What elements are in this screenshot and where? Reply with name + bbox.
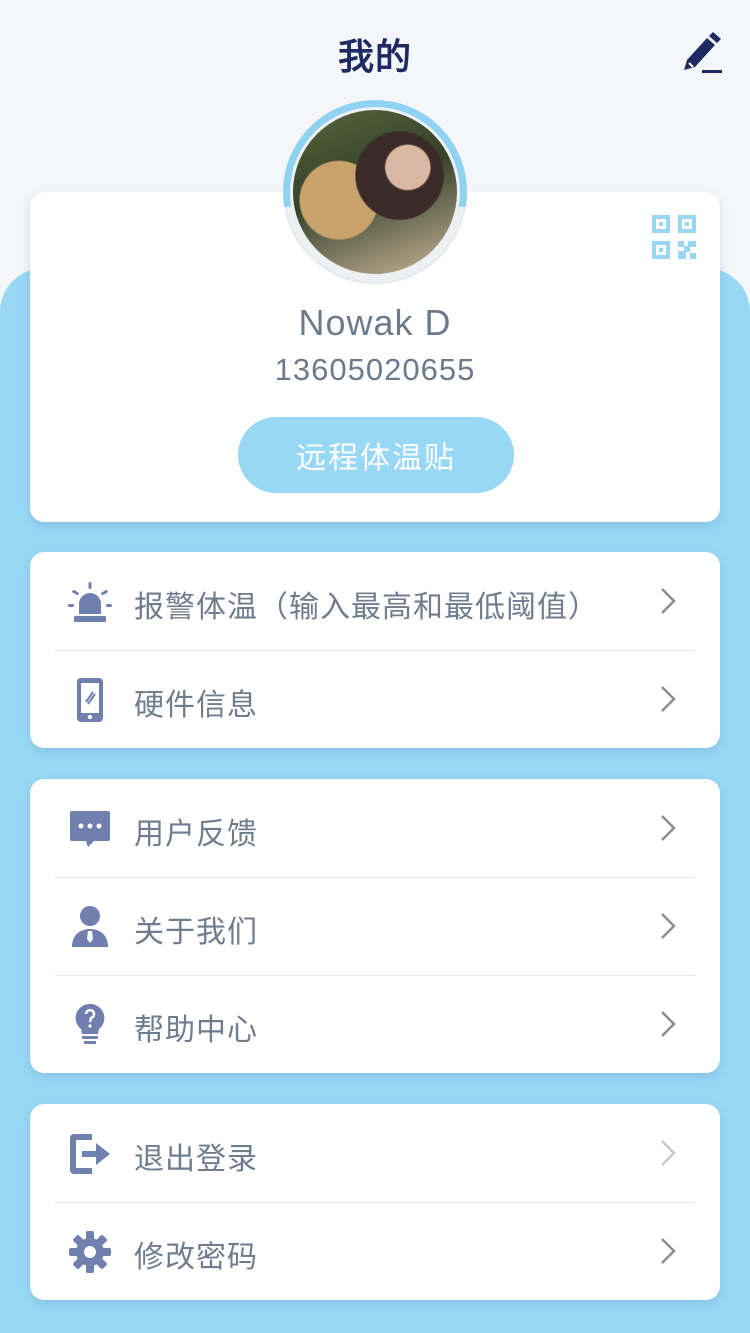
chevron-right-icon [658,1236,678,1266]
menu-group-device: 报警体温（输入最高和最低阈值） 硬件信息 [30,552,720,748]
menu-item-label: 退出登录 [134,1143,258,1176]
menu-item-label: 硬件信息 [134,689,258,722]
menu-group-account: 退出登录 修改密码 [30,1104,720,1300]
user-phone: 13605020655 [274,352,476,387]
menu-group-info: 用户反馈 关于我们 帮助中心 [30,779,720,1073]
chevron-right-icon [658,1138,678,1168]
qr-code-icon[interactable] [652,215,696,259]
edit-icon[interactable] [678,30,724,76]
remote-thermometer-button[interactable]: 远程体温贴 [238,417,514,493]
logout-icon [68,1132,112,1176]
user-icon [68,905,112,949]
chat-icon [68,807,112,851]
alarm-icon [68,580,112,624]
menu-item-label: 帮助中心 [134,1014,258,1047]
menu-item-label: 关于我们 [134,916,258,949]
user-name: Nowak D [298,302,452,343]
menu-item-about-us[interactable]: 关于我们 [30,877,720,975]
avatar[interactable] [293,110,457,274]
page-title: 我的 [337,36,412,77]
menu-item-alarm-temperature[interactable]: 报警体温（输入最高和最低阈值） [30,552,720,650]
chevron-right-icon [658,684,678,714]
menu-item-logout[interactable]: 退出登录 [30,1104,720,1202]
menu-item-label: 修改密码 [134,1241,258,1274]
menu-item-hardware-info[interactable]: 硬件信息 [30,650,720,748]
chevron-right-icon [658,911,678,941]
chevron-right-icon [658,586,678,616]
gear-icon [68,1230,112,1274]
menu-item-label: 用户反馈 [134,818,258,851]
device-icon [68,678,112,722]
menu-item-help-center[interactable]: 帮助中心 [30,975,720,1073]
chevron-right-icon [658,813,678,843]
lightbulb-icon [68,1003,112,1047]
menu-item-change-password[interactable]: 修改密码 [30,1202,720,1300]
menu-item-label: 报警体温（输入最高和最低阈值） [134,591,599,624]
menu-item-feedback[interactable]: 用户反馈 [30,779,720,877]
chevron-right-icon [658,1009,678,1039]
